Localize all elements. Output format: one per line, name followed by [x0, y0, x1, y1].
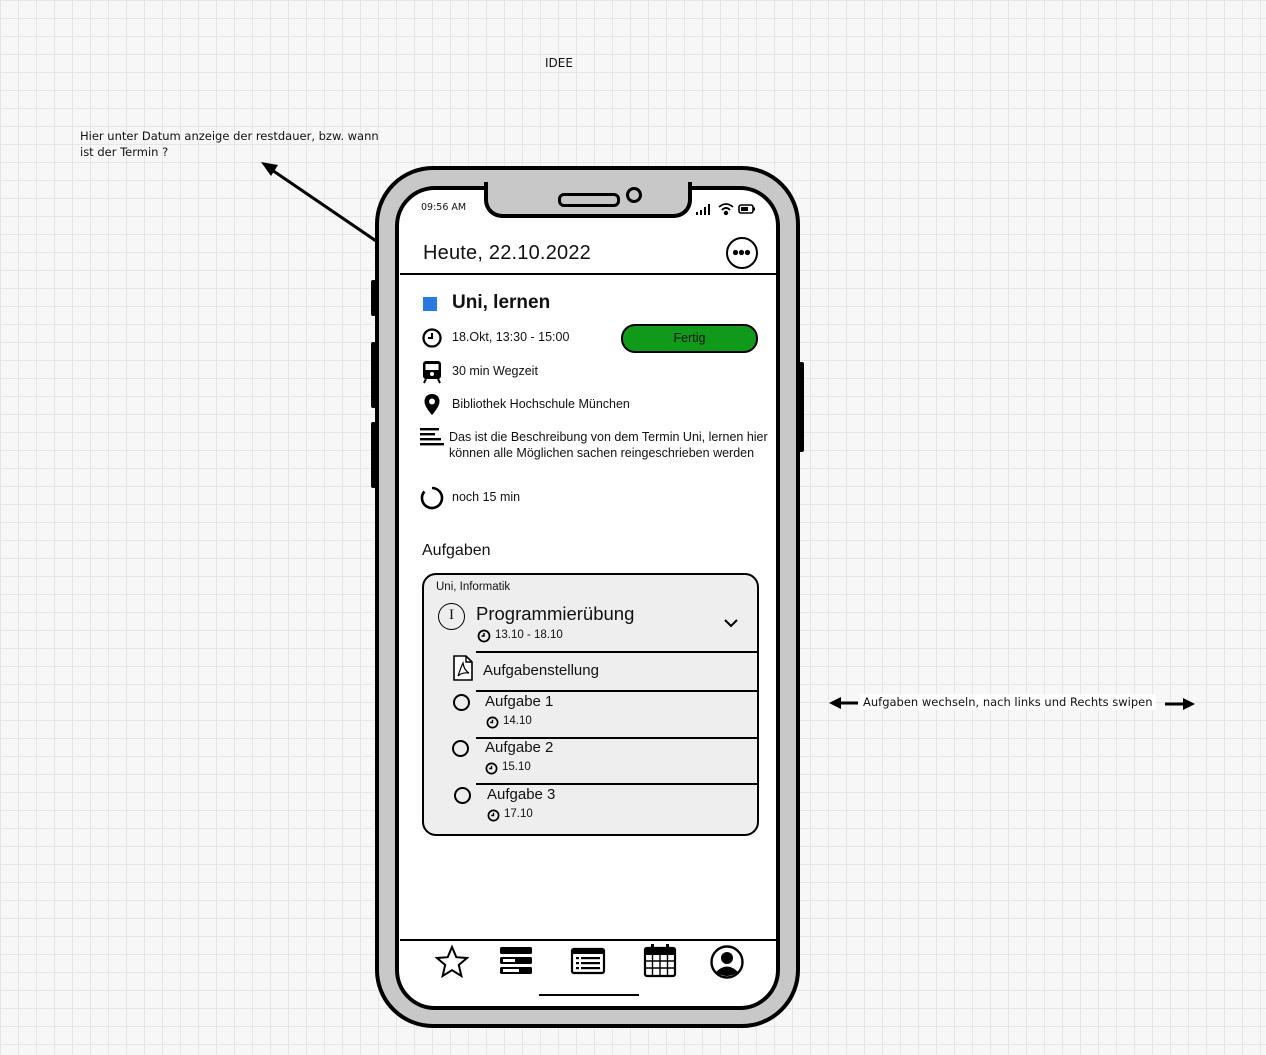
- annotation-note-top: Hier unter Datum anzeige der restdauer, …: [80, 129, 379, 159]
- event-description: Das ist die Beschreibung von dem Termin …: [449, 430, 768, 460]
- calendar-icon[interactable]: [642, 942, 678, 978]
- annotation-note-right: Aufgaben wechseln, nach links und Rechts…: [860, 694, 1156, 710]
- task-category: Uni, Informatik: [436, 581, 511, 593]
- subtask-date: 17.10: [504, 808, 533, 820]
- more-dots-icon: [732, 249, 751, 256]
- card-divider: [476, 783, 758, 785]
- star-icon[interactable]: [434, 944, 470, 980]
- signal-icon: [696, 204, 710, 215]
- subtask-checkbox[interactable]: [452, 740, 469, 757]
- more-options-button[interactable]: [726, 237, 758, 269]
- travel-time: 30 min Wegzeit: [452, 364, 538, 378]
- event-color-swatch: [423, 297, 437, 311]
- subtask-title: Aufgabe 1: [485, 693, 554, 710]
- battery-icon: [738, 204, 755, 214]
- list-icon[interactable]: [570, 944, 606, 980]
- location-pin-icon: [424, 394, 440, 415]
- event-time: 18.Okt, 13:30 - 15:00: [452, 330, 570, 344]
- event-location: Bibliothek Hochschule München: [452, 397, 630, 411]
- clock-icon: [422, 328, 442, 348]
- camera-icon: [626, 187, 642, 203]
- subtask-title: Aufgabe 3: [487, 786, 556, 803]
- event-title: Uni, lernen: [452, 292, 551, 313]
- task-date-range: 13.10 - 18.10: [495, 629, 563, 641]
- remaining-time: noch 15 min: [452, 490, 521, 504]
- mini-clock-icon: [486, 716, 499, 729]
- subtask-date: 15.10: [502, 761, 531, 773]
- wifi-icon: [718, 203, 734, 216]
- pdf-file-icon: [453, 655, 473, 681]
- progress-ring-icon: [420, 486, 444, 510]
- card-divider: [476, 651, 758, 653]
- mini-clock-icon: [487, 809, 500, 822]
- description-icon: [420, 428, 444, 446]
- speaker-icon: [558, 193, 620, 207]
- chevron-down-icon[interactable]: [723, 617, 739, 629]
- subtask-title: Aufgabe 2: [485, 739, 554, 756]
- done-button[interactable]: Fertig: [621, 324, 758, 353]
- home-indicator: [539, 994, 639, 996]
- status-icons: [696, 203, 755, 216]
- bottom-nav-divider: [400, 939, 776, 941]
- page-label: IDEE: [545, 56, 573, 70]
- train-icon: [423, 361, 441, 384]
- mini-clock-icon: [485, 762, 498, 775]
- profile-icon[interactable]: [709, 944, 745, 980]
- subtask-checkbox[interactable]: [453, 694, 470, 711]
- stack-icon[interactable]: [498, 944, 534, 980]
- task-priority-label: I: [449, 607, 454, 623]
- attachment-link[interactable]: Aufgabenstellung: [483, 662, 599, 679]
- mini-clock-icon: [477, 629, 491, 643]
- header-divider: [400, 273, 776, 275]
- subtask-date: 14.10: [503, 715, 532, 727]
- subtask-checkbox[interactable]: [454, 787, 471, 804]
- page-title: Heute, 22.10.2022: [423, 242, 591, 264]
- status-time: 09:56 AM: [421, 202, 467, 213]
- task-priority-badge: I: [438, 603, 465, 630]
- card-divider: [476, 690, 758, 692]
- task-title: Programmierübung: [476, 603, 635, 624]
- tasks-section-title: Aufgaben: [422, 542, 491, 559]
